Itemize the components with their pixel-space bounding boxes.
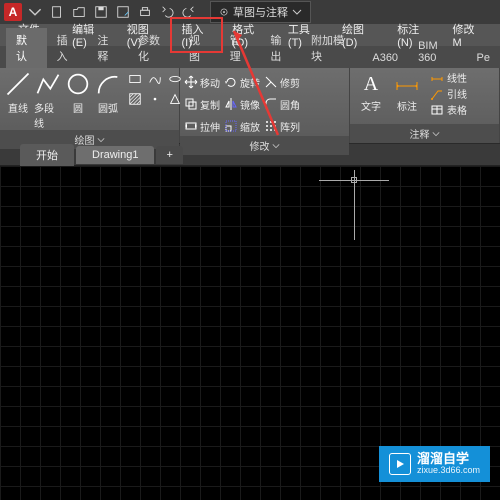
menu-insert[interactable]: 插入(I): [171, 18, 222, 52]
tool-text[interactable]: A 文字: [354, 70, 388, 113]
ribbon: 直线 多段线 圆 圆弧 绘图: [0, 68, 500, 144]
tab-bim360[interactable]: BIM 360: [408, 36, 466, 68]
scale-icon: [224, 119, 238, 133]
tool-scale[interactable]: 缩放: [224, 119, 260, 134]
move-icon: [184, 75, 198, 89]
rotate-icon: [224, 75, 238, 89]
watermark-url: zixue.3d66.com: [417, 466, 480, 476]
tool-point-icon[interactable]: [146, 90, 164, 108]
tool-polyline[interactable]: 多段线: [34, 70, 62, 130]
tab-addins[interactable]: 附加模块: [301, 28, 362, 68]
doctab-add[interactable]: +: [156, 146, 182, 164]
watermark-brand: 溜溜自学: [417, 452, 480, 466]
tool-spline-icon[interactable]: [146, 70, 164, 88]
array-icon: [264, 119, 278, 133]
watermark: 溜溜自学 zixue.3d66.com: [379, 446, 490, 482]
chevron-down-icon: [292, 7, 302, 17]
circle-icon: [64, 70, 92, 98]
tool-leader[interactable]: 引线: [430, 86, 467, 101]
tool-linear[interactable]: 线性: [430, 70, 467, 85]
panel-annotate: A 文字 标注 线性 引线 表格 注释: [350, 68, 500, 143]
panel-draw: 直线 多段线 圆 圆弧 绘图: [0, 68, 180, 143]
tool-table[interactable]: 表格: [430, 102, 467, 117]
tool-trim[interactable]: 修剪: [264, 75, 300, 90]
doctab-start[interactable]: 开始: [20, 144, 74, 166]
chevron-down-icon[interactable]: [272, 142, 280, 150]
ribbon-tabs: 默认 插入 注释 参数化 视图 管理 输出 附加模块 A360 BIM 360 …: [0, 46, 500, 68]
table-icon: [430, 103, 444, 117]
tool-fillet[interactable]: 圆角: [264, 97, 300, 112]
text-icon: A: [357, 70, 385, 98]
chevron-down-icon[interactable]: [97, 136, 105, 144]
tool-line[interactable]: 直线: [4, 70, 32, 115]
tool-mirror[interactable]: 镜像: [224, 97, 260, 112]
tool-copy[interactable]: 复制: [184, 97, 220, 112]
tab-manage[interactable]: 管理: [220, 28, 261, 68]
tool-array[interactable]: 阵列: [264, 119, 300, 134]
panel-modify: 移动 旋转 修剪 复制 镜像 圆角 拉伸 缩放 阵列 修改: [180, 68, 350, 143]
polyline-icon: [34, 70, 62, 98]
trim-icon: [264, 75, 278, 89]
tab-output[interactable]: 输出: [260, 28, 301, 68]
tab-annotate[interactable]: 注释: [87, 28, 128, 68]
dimension-icon: [393, 70, 421, 98]
tool-move[interactable]: 移动: [184, 75, 220, 90]
tab-pe[interactable]: Pe: [467, 48, 500, 68]
line-icon: [4, 70, 32, 98]
arc-icon: [94, 70, 122, 98]
linear-icon: [430, 71, 444, 85]
panel-annotate-title: 注释: [410, 126, 430, 141]
leader-icon: [430, 87, 444, 101]
panel-draw-title: 绘图: [75, 132, 95, 147]
chevron-down-icon[interactable]: [432, 130, 440, 138]
tool-circle[interactable]: 圆: [64, 70, 92, 115]
doctab-drawing1[interactable]: Drawing1: [76, 146, 154, 164]
tool-hatch-icon[interactable]: [126, 90, 144, 108]
mirror-icon: [224, 97, 238, 111]
tool-rectangle-icon[interactable]: [126, 70, 144, 88]
tool-dimension[interactable]: 标注: [390, 70, 424, 113]
tool-stretch[interactable]: 拉伸: [184, 119, 220, 134]
copy-icon: [184, 97, 198, 111]
panel-modify-title: 修改: [250, 138, 270, 153]
tool-rotate[interactable]: 旋转: [224, 75, 260, 90]
tab-insert[interactable]: 插入: [47, 28, 88, 68]
fillet-icon: [264, 97, 278, 111]
tab-a360[interactable]: A360: [362, 48, 408, 68]
tool-arc[interactable]: 圆弧: [94, 70, 122, 115]
gear-icon: [219, 7, 229, 17]
stretch-icon: [184, 119, 198, 133]
play-icon: [389, 453, 411, 475]
tab-default[interactable]: 默认: [6, 28, 47, 68]
